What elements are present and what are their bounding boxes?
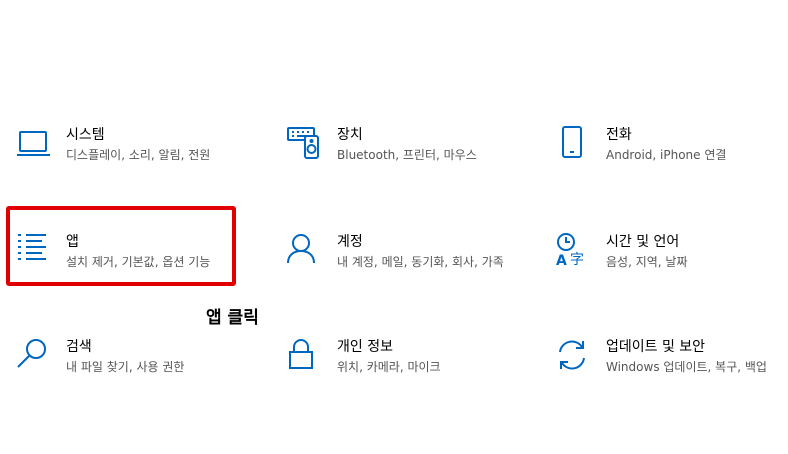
person-icon xyxy=(287,233,323,269)
tile-description: Bluetooth, 프린터, 마우스 xyxy=(337,148,477,162)
update-icon xyxy=(556,338,592,374)
tile-title: 시스템 xyxy=(66,127,105,143)
laptop-icon xyxy=(16,126,52,162)
tile-description: Android, iPhone 연결 xyxy=(606,148,727,162)
settings-page: 시스템 디스플레이, 소리, 알림, 전원 장치 Bluetooth, 프린터,… xyxy=(0,0,788,454)
tile-title: 업데이트 및 보안 xyxy=(606,339,706,355)
settings-tile-phone[interactable]: 전화 Android, iPhone 연결 xyxy=(556,126,788,196)
tile-description: 내 계정, 메일, 동기화, 회사, 가족 xyxy=(337,255,504,269)
highlight-box xyxy=(6,206,236,286)
settings-tile-update-security[interactable]: 업데이트 및 보안 Windows 업데이트, 복구, 백업 xyxy=(556,338,788,408)
tile-title: 전화 xyxy=(606,127,632,143)
settings-tile-privacy[interactable]: 개인 정보 위치, 카메라, 마이크 xyxy=(287,338,527,408)
phone-icon xyxy=(556,126,592,162)
lock-icon xyxy=(287,338,323,374)
tile-description: 위치, 카메라, 마이크 xyxy=(337,360,441,374)
tile-description: 내 파일 찾기, 사용 권한 xyxy=(66,360,185,374)
tile-title: 검색 xyxy=(66,339,92,355)
tile-title: 장치 xyxy=(337,127,363,143)
settings-tile-accounts[interactable]: 계정 내 계정, 메일, 동기화, 회사, 가족 xyxy=(287,233,527,303)
search-icon xyxy=(16,338,52,374)
tile-title: 계정 xyxy=(337,234,363,250)
devices-icon xyxy=(287,126,323,162)
settings-tile-system[interactable]: 시스템 디스플레이, 소리, 알림, 전원 xyxy=(16,126,256,196)
tile-description: Windows 업데이트, 복구, 백업 xyxy=(606,360,767,374)
tile-description: 디스플레이, 소리, 알림, 전원 xyxy=(66,148,211,162)
settings-tile-time-language[interactable]: A 字 시간 및 언어 음성, 지역, 날짜 xyxy=(556,233,788,303)
annotation-label: 앱 클릭 xyxy=(206,308,259,328)
tile-description: 음성, 지역, 날짜 xyxy=(606,255,688,269)
settings-tile-search[interactable]: 검색 내 파일 찾기, 사용 권한 xyxy=(16,338,256,408)
settings-tile-devices[interactable]: 장치 Bluetooth, 프린터, 마우스 xyxy=(287,126,527,196)
time-language-icon: A 字 xyxy=(556,233,592,269)
svg-text:字: 字 xyxy=(570,252,584,268)
tile-title: 개인 정보 xyxy=(337,339,393,355)
tile-title: 시간 및 언어 xyxy=(606,234,680,250)
svg-text:A: A xyxy=(556,253,567,269)
